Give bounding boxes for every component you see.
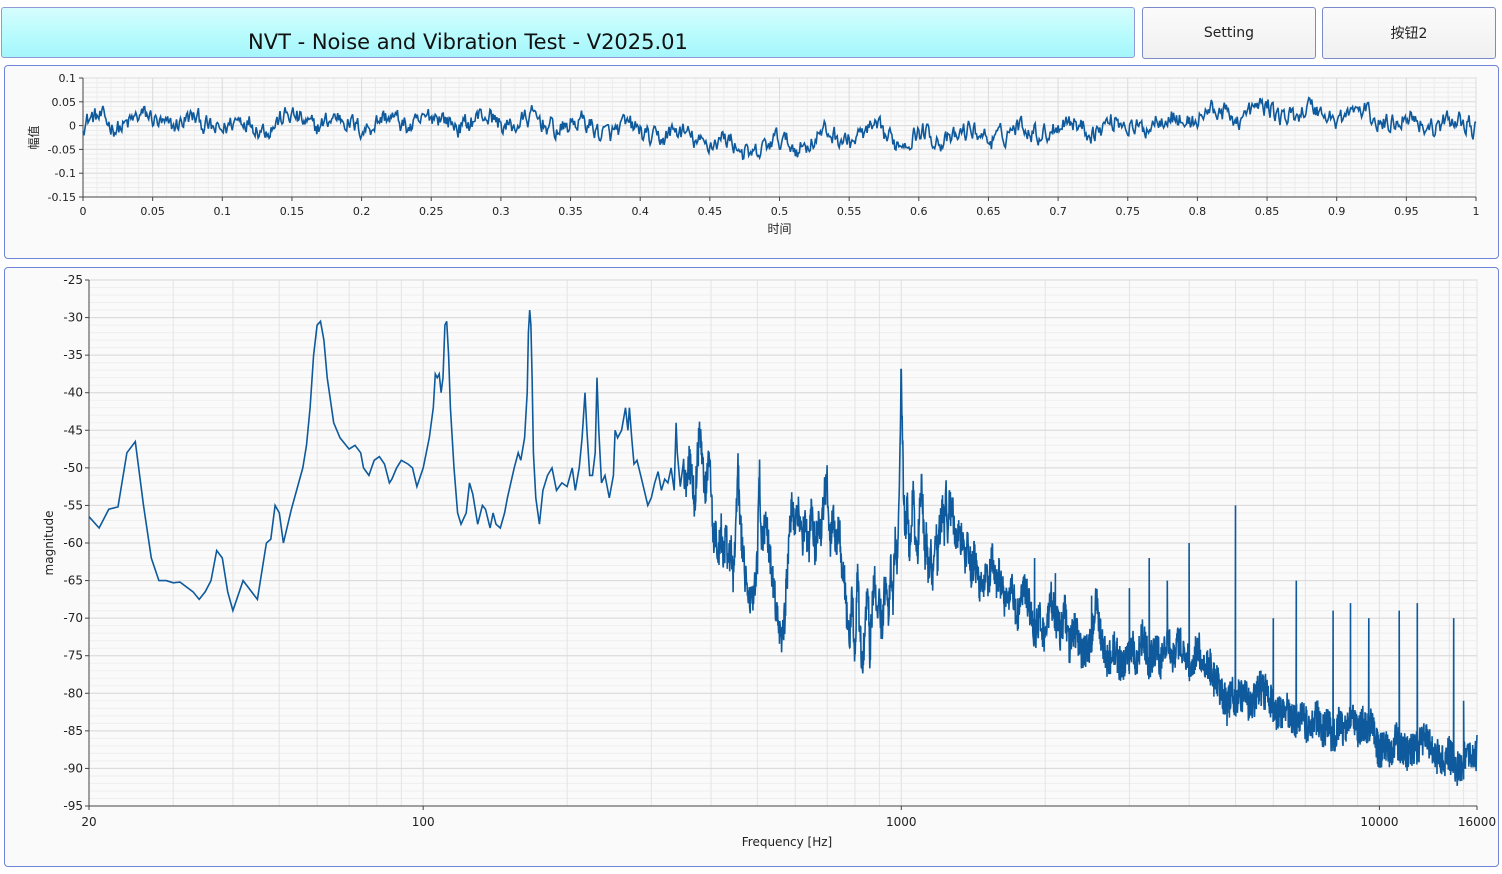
y-tick-label: -0.1 [55, 167, 76, 180]
button-2[interactable]: 按钮2 [1322, 7, 1496, 59]
x-tick-label: 0.4 [631, 205, 649, 218]
y-tick-label: -30 [63, 311, 83, 325]
y-tick-label: -95 [63, 799, 83, 813]
y-tick-label: -75 [63, 649, 83, 663]
y-tick-label: -25 [63, 273, 83, 287]
x-tick-label: 0 [80, 205, 87, 218]
y-tick-label: -50 [63, 461, 83, 475]
y-tick-label: -70 [63, 611, 83, 625]
x-tick-label: 0.5 [771, 205, 789, 218]
x-axis-label: 时间 [767, 222, 791, 236]
x-tick-label: 0.15 [280, 205, 305, 218]
y-tick-label: 0.05 [52, 96, 77, 109]
x-tick-label: 10000 [1360, 815, 1398, 829]
x-tick-label: 0.9 [1328, 205, 1346, 218]
x-tick-label: 0.85 [1255, 205, 1280, 218]
y-tick-label: -55 [63, 498, 83, 512]
x-tick-label: 1000 [886, 815, 917, 829]
frequency-spectrum-panel: -25 -30 -35 -40 -45 -50 -55 -60 -65 -70 -75 -80 -85 -… [4, 267, 1499, 867]
time-domain-panel: 0 0.05 0.1 0.15 0.2 0.25 0.3 0.35 0.4 0.45 0.5 0.55… [4, 65, 1499, 259]
x-tick-label: 20 [81, 815, 96, 829]
y-tick-label: -0.15 [48, 191, 76, 204]
y-tick-label: -40 [63, 386, 83, 400]
y-tick-label: 0 [69, 120, 76, 133]
y-tick-label: 0.1 [59, 72, 77, 85]
y-axis-label: 幅值 [26, 125, 41, 149]
y-tick-label: -90 [63, 761, 83, 775]
app-title: NVT - Noise and Vibration Test - V2025.0… [248, 30, 688, 54]
x-tick-label: 0.1 [214, 205, 232, 218]
y-tick-label: -60 [63, 536, 83, 550]
y-tick-label: -0.05 [48, 143, 76, 156]
x-tick-label: 0.55 [837, 205, 862, 218]
x-tick-label: 1 [1473, 205, 1480, 218]
x-tick-label: 0.95 [1394, 205, 1419, 218]
x-tick-label: 0.7 [1049, 205, 1067, 218]
y-tick-label: -65 [63, 574, 83, 588]
frequency-spectrum-chart: -25 -30 -35 -40 -45 -50 -55 -60 -65 -70 -75 -80 -85 -… [42, 273, 1496, 849]
setting-button[interactable]: Setting [1142, 7, 1316, 59]
y-tick-label: -85 [63, 724, 83, 738]
x-axis-label: Frequency [Hz] [742, 835, 833, 849]
x-tick-label: 0.6 [910, 205, 928, 218]
x-tick-label: 0.75 [1116, 205, 1141, 218]
y-axis-label: magnitude [42, 511, 56, 576]
x-tick-label: 0.2 [353, 205, 371, 218]
x-tick-label: 0.25 [419, 205, 444, 218]
x-tick-label: 0.3 [492, 205, 510, 218]
y-tick-label: -35 [63, 348, 83, 362]
x-tick-label: 0.05 [140, 205, 165, 218]
title-bar: NVT - Noise and Vibration Test - V2025.0… [1, 7, 1135, 58]
x-tick-label: 0.8 [1189, 205, 1207, 218]
time-domain-chart: 0 0.05 0.1 0.15 0.2 0.25 0.3 0.35 0.4 0.45 0.5 0.55… [26, 72, 1480, 236]
x-tick-label: 0.45 [698, 205, 723, 218]
x-tick-label: 100 [412, 815, 435, 829]
y-tick-label: -45 [63, 423, 83, 437]
x-tick-label: 0.35 [558, 205, 583, 218]
x-tick-label: 16000 [1458, 815, 1496, 829]
x-tick-label: 0.65 [976, 205, 1001, 218]
y-tick-label: -80 [63, 686, 83, 700]
